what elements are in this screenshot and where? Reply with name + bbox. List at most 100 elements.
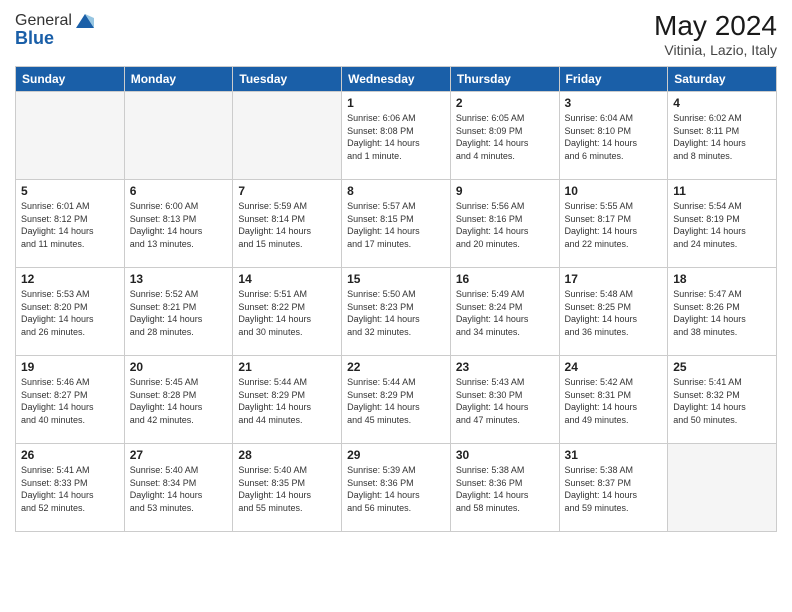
calendar-week-row: 19 Sunrise: 5:46 AM Sunset: 8:27 PM Dayli… [16,356,777,444]
col-sunday: Sunday [16,67,125,92]
table-row: 21 Sunrise: 5:44 AM Sunset: 8:29 PM Dayli… [233,356,342,444]
table-row: 11Sunrise: 5:54 AM Sunset: 8:19 PM Dayli… [668,180,777,268]
table-row: 25 Sunrise: 5:41 AM Sunset: 8:32 PM Dayli… [668,356,777,444]
day-number: 11 [673,184,771,198]
day-number: 25 [673,360,771,374]
table-row [124,92,233,180]
table-row [233,92,342,180]
month-title: May 2024 [654,10,777,42]
day-number: 1 [347,96,445,110]
table-row: 30 Sunrise: 5:38 AM Sunset: 8:36 PM Dayli… [450,444,559,532]
day-info: Sunrise: 5:49 AM Sunset: 8:24 PM Dayligh… [456,288,554,338]
day-number: 10 [565,184,663,198]
day-info: Sunrise: 5:38 AM Sunset: 8:36 PM Dayligh… [456,464,554,514]
day-info: Sunrise: 5:46 AM Sunset: 8:27 PM Dayligh… [21,376,119,426]
title-block: May 2024 Vitinia, Lazio, Italy [654,10,777,58]
day-number: 5 [21,184,119,198]
table-row: 23 Sunrise: 5:43 AM Sunset: 8:30 PM Dayli… [450,356,559,444]
day-info: Sunrise: 5:42 AM Sunset: 8:31 PM Dayligh… [565,376,663,426]
table-row: 9 Sunrise: 5:56 AM Sunset: 8:16 PM Daylig… [450,180,559,268]
day-number: 15 [347,272,445,286]
table-row: 15 Sunrise: 5:50 AM Sunset: 8:23 PM Dayli… [342,268,451,356]
day-number: 21 [238,360,336,374]
day-info: Sunrise: 5:41 AM Sunset: 8:33 PM Dayligh… [21,464,119,514]
logo: General Blue [15,10,96,49]
day-number: 28 [238,448,336,462]
day-info: Sunrise: 6:04 AM Sunset: 8:10 PM Dayligh… [565,112,663,162]
day-info: Sunrise: 6:01 AM Sunset: 8:12 PM Dayligh… [21,200,119,250]
table-row: 18Sunrise: 5:47 AM Sunset: 8:26 PM Dayli… [668,268,777,356]
day-info: Sunrise: 5:53 AM Sunset: 8:20 PM Dayligh… [21,288,119,338]
day-number: 13 [130,272,228,286]
day-info: Sunrise: 5:45 AM Sunset: 8:28 PM Dayligh… [130,376,228,426]
table-row: 3 Sunrise: 6:04 AM Sunset: 8:10 PM Daylig… [559,92,668,180]
day-number: 14 [238,272,336,286]
day-info: Sunrise: 5:56 AM Sunset: 8:16 PM Dayligh… [456,200,554,250]
day-info: Sunrise: 6:06 AM Sunset: 8:08 PM Dayligh… [347,112,445,162]
day-number: 9 [456,184,554,198]
day-info: Sunrise: 5:44 AM Sunset: 8:29 PM Dayligh… [238,376,336,426]
calendar-week-row: 1 Sunrise: 6:06 AM Sunset: 8:08 PM Daylig… [16,92,777,180]
calendar-week-row: 12 Sunrise: 5:53 AM Sunset: 8:20 PM Dayli… [16,268,777,356]
table-row: 10 Sunrise: 5:55 AM Sunset: 8:17 PM Dayli… [559,180,668,268]
table-row [16,92,125,180]
table-row: 1 Sunrise: 6:06 AM Sunset: 8:08 PM Daylig… [342,92,451,180]
table-row: 16 Sunrise: 5:49 AM Sunset: 8:24 PM Dayli… [450,268,559,356]
table-row: 28Sunrise: 5:40 AM Sunset: 8:35 PM Dayli… [233,444,342,532]
day-number: 27 [130,448,228,462]
location: Vitinia, Lazio, Italy [654,42,777,58]
col-friday: Friday [559,67,668,92]
table-row: 2Sunrise: 6:05 AM Sunset: 8:09 PM Daylig… [450,92,559,180]
table-row: 24 Sunrise: 5:42 AM Sunset: 8:31 PM Dayli… [559,356,668,444]
table-row: 5 Sunrise: 6:01 AM Sunset: 8:12 PM Daylig… [16,180,125,268]
day-number: 3 [565,96,663,110]
calendar: Sunday Monday Tuesday Wednesday Thursday… [15,66,777,532]
day-info: Sunrise: 5:44 AM Sunset: 8:29 PM Dayligh… [347,376,445,426]
day-info: Sunrise: 5:59 AM Sunset: 8:14 PM Dayligh… [238,200,336,250]
table-row: 8Sunrise: 5:57 AM Sunset: 8:15 PM Daylig… [342,180,451,268]
calendar-week-row: 26 Sunrise: 5:41 AM Sunset: 8:33 PM Dayli… [16,444,777,532]
day-number: 16 [456,272,554,286]
day-number: 31 [565,448,663,462]
day-info: Sunrise: 5:52 AM Sunset: 8:21 PM Dayligh… [130,288,228,338]
day-number: 29 [347,448,445,462]
day-number: 23 [456,360,554,374]
day-number: 8 [347,184,445,198]
day-info: Sunrise: 5:55 AM Sunset: 8:17 PM Dayligh… [565,200,663,250]
table-row: 26 Sunrise: 5:41 AM Sunset: 8:33 PM Dayli… [16,444,125,532]
day-number: 18 [673,272,771,286]
calendar-header-row: Sunday Monday Tuesday Wednesday Thursday… [16,67,777,92]
table-row: 20 Sunrise: 5:45 AM Sunset: 8:28 PM Dayli… [124,356,233,444]
day-info: Sunrise: 5:48 AM Sunset: 8:25 PM Dayligh… [565,288,663,338]
day-number: 26 [21,448,119,462]
table-row: 7 Sunrise: 5:59 AM Sunset: 8:14 PM Daylig… [233,180,342,268]
day-number: 12 [21,272,119,286]
col-saturday: Saturday [668,67,777,92]
day-info: Sunrise: 5:43 AM Sunset: 8:30 PM Dayligh… [456,376,554,426]
table-row: 31 Sunrise: 5:38 AM Sunset: 8:37 PM Dayli… [559,444,668,532]
day-info: Sunrise: 5:50 AM Sunset: 8:23 PM Dayligh… [347,288,445,338]
table-row: 6Sunrise: 6:00 AM Sunset: 8:13 PM Daylig… [124,180,233,268]
table-row: 17Sunrise: 5:48 AM Sunset: 8:25 PM Dayli… [559,268,668,356]
table-row: 27Sunrise: 5:40 AM Sunset: 8:34 PM Dayli… [124,444,233,532]
col-tuesday: Tuesday [233,67,342,92]
day-number: 20 [130,360,228,374]
day-number: 19 [21,360,119,374]
page: General Blue May 2024 Vitinia, Lazio, It… [0,0,792,612]
table-row: 4Sunrise: 6:02 AM Sunset: 8:11 PM Daylig… [668,92,777,180]
table-row: 12 Sunrise: 5:53 AM Sunset: 8:20 PM Dayli… [16,268,125,356]
table-row [668,444,777,532]
header: General Blue May 2024 Vitinia, Lazio, It… [15,10,777,58]
day-info: Sunrise: 5:38 AM Sunset: 8:37 PM Dayligh… [565,464,663,514]
day-number: 22 [347,360,445,374]
table-row: 29 Sunrise: 5:39 AM Sunset: 8:36 PM Dayli… [342,444,451,532]
day-number: 7 [238,184,336,198]
day-number: 30 [456,448,554,462]
table-row: 14Sunrise: 5:51 AM Sunset: 8:22 PM Dayli… [233,268,342,356]
calendar-week-row: 5 Sunrise: 6:01 AM Sunset: 8:12 PM Daylig… [16,180,777,268]
day-number: 24 [565,360,663,374]
day-info: Sunrise: 5:41 AM Sunset: 8:32 PM Dayligh… [673,376,771,426]
day-info: Sunrise: 5:39 AM Sunset: 8:36 PM Dayligh… [347,464,445,514]
col-thursday: Thursday [450,67,559,92]
day-number: 4 [673,96,771,110]
